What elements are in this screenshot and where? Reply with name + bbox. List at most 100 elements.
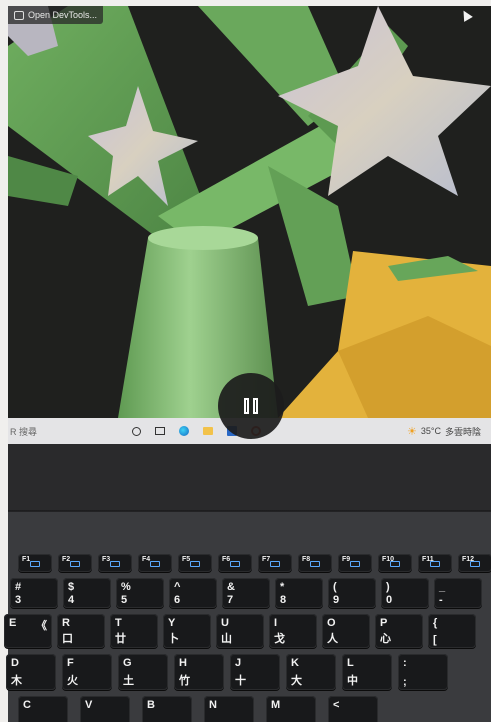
key-legend: O [327, 617, 336, 629]
bottom-row-key-5[interactable]: < [328, 696, 378, 722]
qwerty-row-key-5[interactable]: I戈 [269, 614, 317, 648]
fkey-f4[interactable]: F4 [138, 554, 172, 572]
bottom-row-key-0[interactable]: C [18, 696, 68, 722]
number-row-key-0[interactable]: #3 [10, 578, 58, 608]
fkey-f11[interactable]: F11 [418, 554, 452, 572]
fkey-f6[interactable]: F6 [218, 554, 252, 572]
key-legend: ( [333, 581, 337, 593]
number-row-key-6[interactable]: (9 [328, 578, 376, 608]
key-legend: 竹 [179, 675, 190, 687]
key-legend: E [9, 617, 17, 629]
key-legend: ^ [174, 581, 181, 593]
fkey-f2[interactable]: F2 [58, 554, 92, 572]
key-legend: - [439, 594, 443, 606]
qwerty-row-key-1[interactable]: R口 [57, 614, 105, 648]
weather-text: 多雲時陰 [444, 426, 481, 437]
fkey-f1[interactable]: F1 [18, 554, 52, 572]
fkey-label: F2 [62, 556, 71, 563]
key-legend: 大 [291, 675, 302, 687]
screen-bezel [8, 444, 491, 512]
cortana-icon[interactable] [132, 426, 141, 436]
home-row-key-6[interactable]: L中 [342, 654, 392, 690]
taskbar-search[interactable]: R 搜尋 [8, 425, 120, 438]
fkey-function-icon [30, 561, 40, 567]
key-legend: 土 [123, 675, 134, 687]
qwerty-row-key-2[interactable]: T廿 [110, 614, 158, 648]
pause-button[interactable] [218, 373, 284, 439]
fkey-f9[interactable]: F9 [338, 554, 372, 572]
devtools-button[interactable]: Open DevTools... [8, 6, 104, 24]
devtools-icon [14, 10, 24, 20]
qwerty-row-key-3[interactable]: Y卜 [163, 614, 211, 648]
key-legend: J [235, 657, 242, 669]
fkey-function-icon [150, 561, 160, 567]
home-row-key-2[interactable]: G土 [118, 654, 168, 690]
key-legend: 8 [280, 594, 287, 606]
bottom-row-key-3[interactable]: N [204, 696, 254, 722]
home-row-key-5[interactable]: K大 [286, 654, 336, 690]
key-legend: 3 [15, 594, 22, 606]
laptop-screen: Open DevTools... [8, 6, 491, 418]
bottom-row-key-2[interactable]: B [142, 696, 192, 722]
number-row-key-5[interactable]: * 8 [275, 578, 323, 608]
number-row-key-3[interactable]: ^ 6 [169, 578, 217, 608]
qwerty-row-key-6[interactable]: O人 [322, 614, 370, 648]
qwerty-row-key-8[interactable]: {[ [428, 614, 476, 648]
home-row-key-3[interactable]: H竹 [174, 654, 224, 690]
fkey-f3[interactable]: F3 [98, 554, 132, 572]
home-row-key-1[interactable]: F火 [62, 654, 112, 690]
key-legend: 7 [227, 594, 234, 606]
fkey-f7[interactable]: F7 [258, 554, 292, 572]
key-legend: F [67, 657, 74, 669]
task-view-icon[interactable] [155, 427, 165, 435]
key-legend: % [121, 581, 131, 593]
fkey-f8[interactable]: F8 [298, 554, 332, 572]
fkey-label: F3 [102, 556, 111, 563]
key-legend: 人 [327, 633, 338, 645]
qwerty-row-key-4[interactable]: U山 [216, 614, 264, 648]
key-legend: G [123, 657, 132, 669]
number-row-key-7[interactable]: ) 0 [381, 578, 429, 608]
fkey-function-icon [350, 561, 360, 567]
home-row-key-7[interactable]: :; [398, 654, 448, 690]
home-row-key-4[interactable]: J十 [230, 654, 280, 690]
fkey-label: F7 [262, 556, 271, 563]
number-row-key-4[interactable]: & 7 [222, 578, 270, 608]
key-legend: { [433, 617, 438, 629]
number-row-key-1[interactable]: $4 [63, 578, 111, 608]
weather-icon: ☀ [407, 425, 417, 438]
key-legend: 口 [62, 633, 73, 645]
fkey-function-icon [110, 561, 120, 567]
key-legend: _ [439, 581, 446, 593]
bottom-row-key-1[interactable]: V [80, 696, 130, 722]
system-tray[interactable]: ☀ 35°C 多雲時陰 [407, 425, 491, 438]
key-legend: 中 [347, 675, 358, 687]
qwerty-row-key-7[interactable]: P心 [375, 614, 423, 648]
key-legend: 卜 [168, 633, 179, 645]
home-row-key-0[interactable]: D木 [6, 654, 56, 690]
fkey-f10[interactable]: F10 [378, 554, 412, 572]
temperature: 35°C [420, 426, 441, 436]
key-legend: 5 [121, 594, 128, 606]
file-explorer-icon[interactable] [203, 427, 213, 435]
key-legend: H [179, 657, 187, 669]
key-legend: 十 [235, 675, 246, 687]
qwerty-row-key-0[interactable]: E 《 [4, 614, 52, 648]
key-legend: V [85, 699, 93, 711]
number-row-key-2[interactable]: % 5 [116, 578, 164, 608]
pause-bar-icon [253, 398, 258, 414]
fkey-function-icon [310, 561, 320, 567]
key-legend: U [221, 617, 229, 629]
fkey-f12[interactable]: F12 [458, 554, 491, 572]
key-legend: 山 [221, 633, 232, 645]
edge-icon[interactable] [179, 426, 189, 436]
key-legend: 木 [11, 675, 22, 687]
key-legend: T [115, 617, 122, 629]
fkey-f5[interactable]: F5 [178, 554, 212, 572]
number-row-key-8[interactable]: _ - [434, 578, 482, 608]
bottom-row-key-4[interactable]: M [266, 696, 316, 722]
key-legend: 4 [68, 594, 75, 606]
3d-star-tree-scene [8, 6, 491, 418]
key-legend: P [380, 617, 388, 629]
photo: Open DevTools... R 搜尋 ☀ 35°C 多雲時陰 F1 F2 F3… [0, 0, 491, 722]
